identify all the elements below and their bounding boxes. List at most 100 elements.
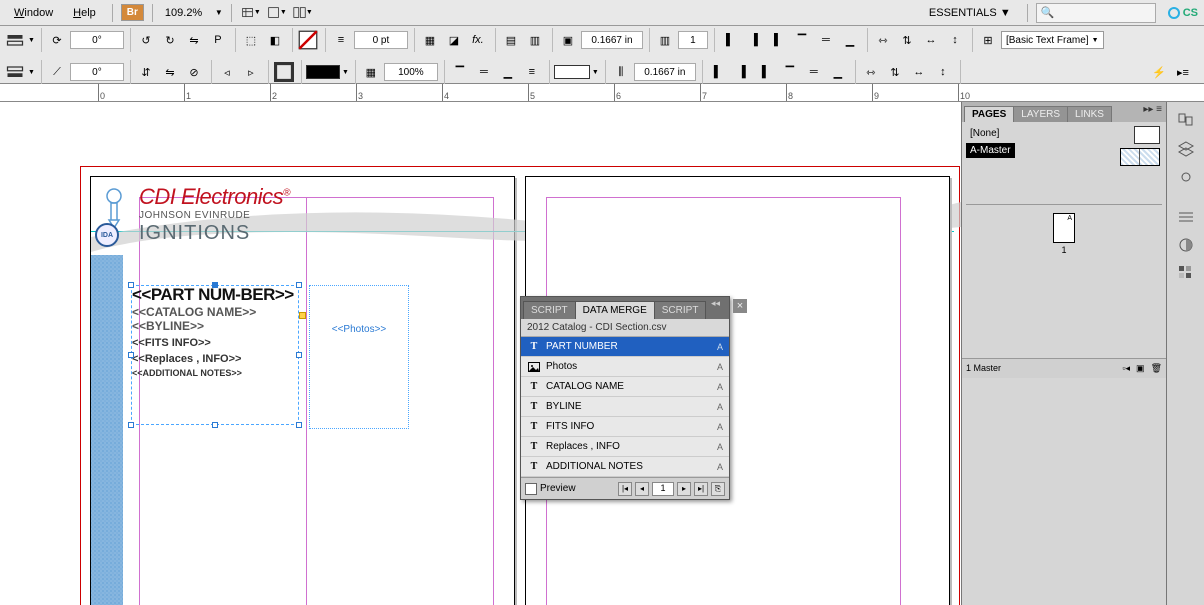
preview-checkbox[interactable] (525, 483, 537, 495)
data-merge-field-row[interactable]: TReplaces , INFOA (521, 437, 729, 457)
master-a-thumb[interactable] (1120, 148, 1160, 166)
menu-help[interactable]: HHelpelp (65, 4, 104, 22)
nav-page-input[interactable]: 1 (652, 482, 674, 496)
master-none-thumb[interactable] (1134, 126, 1160, 144)
panel-collapse-icon[interactable]: ◂◂ (711, 298, 725, 312)
gutter-input[interactable] (634, 63, 696, 81)
dock-tab-pages[interactable]: PAGES (964, 106, 1014, 122)
align-r2-icon[interactable]: ▌ (755, 61, 777, 83)
select-next-icon[interactable]: ▹ (240, 61, 262, 83)
master-none[interactable]: [None] (966, 126, 1162, 141)
align-t2-icon[interactable]: ▔ (779, 61, 801, 83)
nav-last-icon[interactable]: ▸| (694, 482, 708, 496)
select-content-icon[interactable]: ◧ (264, 29, 286, 51)
menu-window[interactable]: WWindowindow (6, 4, 61, 22)
distribute-v-icon[interactable]: ⇅ (896, 29, 918, 51)
stroke-weight-input[interactable] (354, 31, 408, 49)
proxy-icon[interactable]: P (207, 29, 229, 51)
object-style-dropdown[interactable]: [Basic Text Frame] ▼ (1001, 31, 1104, 49)
flip-h-icon[interactable]: ⇋ (183, 29, 205, 51)
rotate-cw-icon[interactable]: ↻ (159, 29, 181, 51)
inset-icon[interactable]: ▣ (557, 29, 579, 51)
dist-h2-icon[interactable]: ⇿ (860, 61, 882, 83)
align-right-icon[interactable]: ▌ (767, 29, 789, 51)
select-container-icon[interactable]: ⬚ (240, 29, 262, 51)
view-options-icon[interactable]: ▼ (240, 2, 262, 24)
flip-v-icon[interactable]: ⇵ (135, 61, 157, 83)
drop-shadow-icon[interactable]: ◪ (443, 29, 465, 51)
color-panel-icon[interactable] (1171, 232, 1201, 258)
screen-mode-icon[interactable]: ▼ (266, 2, 288, 24)
dist-sv2-icon[interactable]: ↕ (932, 61, 954, 83)
flip-h2-icon[interactable]: ⇋ (159, 61, 181, 83)
align-vcenter-icon[interactable]: ═ (815, 29, 837, 51)
align-top-icon[interactable]: ▔ (791, 29, 813, 51)
panel-close-button[interactable]: × (733, 299, 747, 313)
text-frame-balance-icon[interactable]: ▥ (524, 29, 546, 51)
align-l2-icon[interactable]: ▌ (707, 61, 729, 83)
selected-text-frame[interactable]: <<PART NUM-BER>> <<CATALOG NAME>> <<BYLI… (131, 285, 299, 425)
select-prev-icon[interactable]: ◃ (216, 61, 238, 83)
nav-prev-icon[interactable]: ◂ (635, 482, 649, 496)
links-panel-icon[interactable] (1171, 164, 1201, 190)
delete-page-icon[interactable]: 🗑 (1151, 363, 1162, 374)
data-merge-panel[interactable]: SCRIPT DATA MERGE SCRIPT ◂◂ × 2012 Catal… (520, 296, 730, 500)
opacity-input[interactable] (384, 63, 438, 81)
stroke-swatch[interactable] (273, 61, 295, 83)
stroke-align2-icon[interactable] (4, 61, 26, 83)
panel-tab-script-2[interactable]: SCRIPT (654, 301, 707, 319)
stroke-style-swatch[interactable] (306, 65, 340, 79)
document-canvas[interactable]: CDI Electronics® JOHNSON EVINRUDE IGNITI… (0, 102, 961, 605)
dist-v2-icon[interactable]: ⇅ (884, 61, 906, 83)
text-frame-columns-icon[interactable]: ▤ (500, 29, 522, 51)
clear-transform-icon[interactable]: ⊘ (183, 61, 205, 83)
inset-input[interactable] (581, 31, 643, 49)
align-hcenter-icon[interactable]: ▐ (743, 29, 765, 51)
data-merge-field-row[interactable]: TPART NUMBERA (521, 337, 729, 357)
baseline-grid-swatch[interactable] (554, 65, 590, 79)
distribute-h-icon[interactable]: ⇿ (872, 29, 894, 51)
rotate-ccw-icon[interactable]: ↺ (135, 29, 157, 51)
effects-icon[interactable]: ▦ (419, 29, 441, 51)
photos-placeholder-frame[interactable]: <<Photos>> (309, 285, 409, 429)
data-merge-field-row[interactable]: TADDITIONAL NOTESA (521, 457, 729, 477)
distribute-space-h-icon[interactable]: ↔ (920, 29, 942, 51)
panel-tab-script-1[interactable]: SCRIPT (523, 301, 576, 319)
arrange-icon[interactable]: ▼ (292, 2, 314, 24)
align-b2-icon[interactable]: ▁ (827, 61, 849, 83)
data-merge-field-row[interactable]: TFITS INFOA (521, 417, 729, 437)
bridge-button[interactable]: Br (121, 4, 144, 21)
search-input[interactable]: 🔍 (1036, 3, 1156, 23)
workspace-switcher[interactable]: ESSENTIALS ▼ (921, 5, 1019, 21)
align-bottom-icon[interactable]: ▁ (839, 29, 861, 51)
data-merge-field-row[interactable]: TCATALOG NAMEA (521, 377, 729, 397)
nav-first-icon[interactable]: |◂ (618, 482, 632, 496)
fill-swatch[interactable] (297, 29, 319, 51)
panel-tab-data-merge[interactable]: DATA MERGE (575, 301, 655, 319)
edit-page-size-icon[interactable]: ▫◂ (1122, 363, 1130, 374)
swatches-panel-icon[interactable] (1171, 260, 1201, 286)
cols-input[interactable] (678, 31, 708, 49)
align-m2-icon[interactable]: ═ (803, 61, 825, 83)
create-merged-icon[interactable]: ⎘ (711, 482, 725, 496)
zoom-level[interactable]: 109.2% (161, 5, 211, 21)
dist-sh2-icon[interactable]: ↔ (908, 61, 930, 83)
rotation-input[interactable] (70, 31, 124, 49)
control-menu-icon[interactable]: ▸≡ (1172, 61, 1194, 83)
data-merge-field-row[interactable]: PhotosA (521, 357, 729, 377)
stroke-weight-icon[interactable]: ≡ (330, 29, 352, 51)
gutter-icon[interactable]: ⫼ (610, 61, 632, 83)
dock-expand-icon[interactable]: ▸▸ ≡ (1143, 104, 1162, 115)
rotate-icon[interactable]: ⟳ (46, 29, 68, 51)
dock-tab-links[interactable]: LINKS (1067, 106, 1112, 122)
shear-input[interactable] (70, 63, 124, 81)
data-merge-field-row[interactable]: TBYLINEA (521, 397, 729, 417)
vert-just-top-icon[interactable]: ▔ (449, 61, 471, 83)
master-a[interactable]: A-Master (966, 143, 1015, 158)
nav-next-icon[interactable]: ▸ (677, 482, 691, 496)
shear-icon[interactable]: ⟋ (46, 61, 68, 83)
vert-just-bottom-icon[interactable]: ▁ (497, 61, 519, 83)
stroke-align-icon[interactable] (4, 29, 26, 51)
cs-live-icon[interactable]: CS (1168, 7, 1198, 19)
vert-just-justify-icon[interactable]: ≡ (521, 61, 543, 83)
